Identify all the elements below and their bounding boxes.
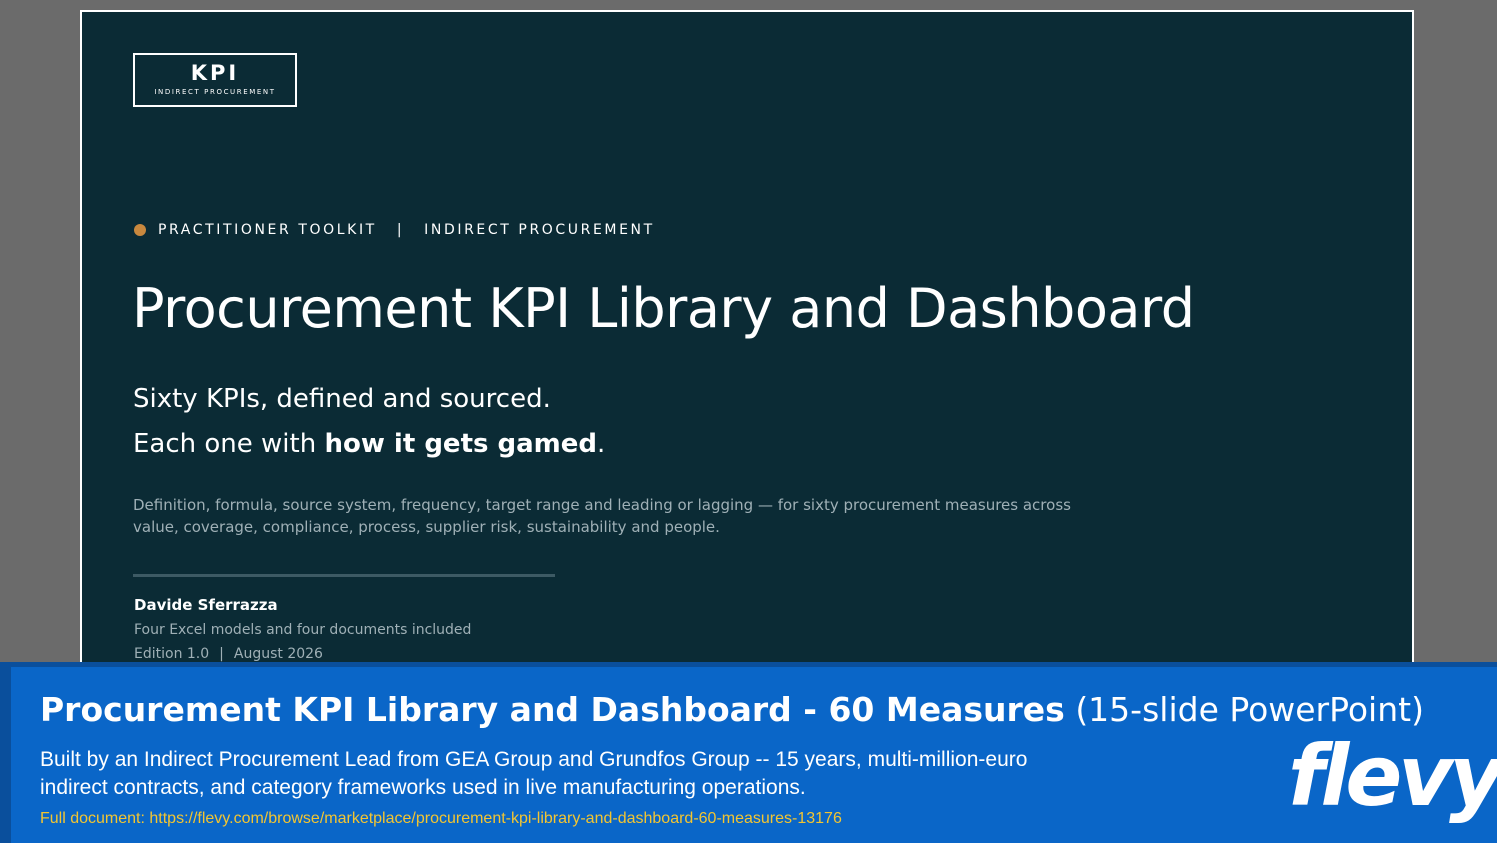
logo-sub-text: INDIRECT PROCUREMENT xyxy=(154,88,276,96)
banner-title-strong: Procurement KPI Library and Dashboard - … xyxy=(40,690,1065,729)
edition-date: August 2026 xyxy=(233,646,323,662)
included-materials: Four Excel models and four documents inc… xyxy=(134,622,472,638)
full-document-link[interactable]: Full document: https://flevy.com/browse/… xyxy=(40,809,842,829)
edition: Edition 1.0 xyxy=(134,646,210,662)
slide-title: Procurement KPI Library and Dashboard xyxy=(132,277,1195,340)
edition-separator: | xyxy=(219,646,224,662)
banner-top-strip xyxy=(0,662,1497,667)
author-name: Davide Sferrazza xyxy=(134,596,278,614)
edition-info: Edition 1.0 | August 2026 xyxy=(134,644,323,664)
eyebrow-separator: | xyxy=(396,222,405,238)
subtitle-suffix: . xyxy=(597,429,606,459)
banner-left-strip xyxy=(0,662,11,843)
subtitle-line-2: Each one with how it gets gamed. xyxy=(133,427,605,461)
subtitle-prefix: Each one with xyxy=(133,429,325,459)
accent-dot-icon xyxy=(134,224,146,236)
eyebrow-right: INDIRECT PROCUREMENT xyxy=(424,222,655,238)
subtitle-line-1: Sixty KPIs, defined and sourced. xyxy=(133,384,551,414)
divider xyxy=(133,574,555,577)
kpi-logo: KPI INDIRECT PROCUREMENT xyxy=(133,53,297,107)
logo-main-text: KPI xyxy=(190,61,240,85)
banner-title-light: (15-slide PowerPoint) xyxy=(1075,690,1424,729)
eyebrow: PRACTITIONER TOOLKIT | INDIRECT PROCUREM… xyxy=(134,222,655,238)
slide: KPI INDIRECT PROCUREMENT PRACTITIONER TO… xyxy=(80,10,1414,690)
slide-description: Definition, formula, source system, freq… xyxy=(133,496,1071,536)
banner-description: Built by an Indirect Procurement Lead fr… xyxy=(40,748,1028,799)
eyebrow-left: PRACTITIONER TOOLKIT xyxy=(158,222,377,238)
flevy-logo[interactable]: flevy xyxy=(1288,728,1497,824)
promo-banner: Procurement KPI Library and Dashboard - … xyxy=(0,662,1497,843)
subtitle-emphasis: how it gets gamed xyxy=(324,429,598,459)
banner-title: Procurement KPI Library and Dashboard - … xyxy=(40,686,1424,734)
